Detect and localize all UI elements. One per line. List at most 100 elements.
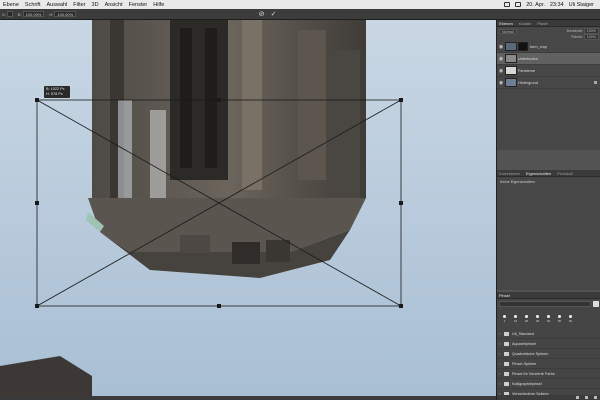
tab-protokoll[interactable]: Protokoll: [557, 171, 573, 176]
brush-tip-icon: [514, 315, 517, 318]
brush-group-row[interactable]: › Pinsel für Verzierte Farbe: [497, 369, 600, 379]
x-label: X:: [2, 11, 6, 17]
commit-check-icon[interactable]: ✓: [269, 10, 278, 19]
brush-preset[interactable]: 1: [500, 311, 509, 327]
brush-group-row[interactable]: › Aquarellpinsel: [497, 339, 600, 349]
eye-icon[interactable]: ◉: [497, 44, 505, 50]
brush-tip-icon: [569, 315, 572, 318]
menu-filter[interactable]: Filter: [70, 2, 88, 8]
layer-list: ◉ turm_crop ◉ Unterboden ◉ Fensterne ◉ Hintergr…: [497, 41, 600, 89]
layer-thumbnail[interactable]: [505, 42, 517, 51]
handle-bottom-left[interactable]: [35, 304, 39, 308]
brush-group-row[interactable]: › Kalligraphiepinsel: [497, 379, 600, 389]
tab-korrekturen[interactable]: Korrekturen: [499, 171, 520, 176]
fill-value[interactable]: 100%: [583, 34, 599, 41]
layer-row[interactable]: ◉ Unterboden: [497, 53, 600, 65]
width-value[interactable]: 100,00%: [22, 11, 45, 17]
brush-settings-icon[interactable]: [576, 396, 579, 399]
brush-preset[interactable]: 20: [522, 311, 531, 327]
eye-icon[interactable]: ◉: [497, 56, 505, 62]
handle-top-middle[interactable]: [217, 98, 221, 102]
handle-top-right[interactable]: [399, 98, 403, 102]
menu-auswahl[interactable]: Auswahl: [44, 2, 71, 8]
brush-preset[interactable]: 40: [544, 311, 553, 327]
tab-pinsel[interactable]: Pinsel: [499, 293, 510, 298]
brush-search-row: [497, 299, 600, 309]
menu-ansicht[interactable]: Ansicht: [102, 2, 126, 8]
layer-row[interactable]: ◉ Fensterne: [497, 65, 600, 77]
new-group-icon[interactable]: [585, 396, 588, 399]
blend-mode-select[interactable]: Normal: [499, 29, 517, 34]
wifi-icon[interactable]: [515, 2, 522, 7]
layer-name[interactable]: turm_crop: [530, 45, 547, 49]
menu-hilfe[interactable]: Hilfe: [150, 2, 167, 8]
readout-height: H: 578 Px: [46, 92, 63, 96]
height-label: H:: [49, 11, 54, 17]
layer-thumbnail[interactable]: [505, 54, 517, 63]
menubar-user[interactable]: Uli Staiger: [569, 2, 594, 8]
menu-ebene[interactable]: Ebene: [0, 2, 22, 8]
properties-panel: Korrekturen Eigenschaften Protokoll Kein…: [497, 170, 600, 290]
properties-tabbar: Korrekturen Eigenschaften Protokoll: [497, 170, 600, 177]
layer-mask-thumbnail[interactable]: [518, 42, 528, 51]
opacity-label: Deckkraft:: [566, 29, 583, 34]
layer-row[interactable]: ◉ turm_crop: [497, 41, 600, 53]
layer-thumbnail[interactable]: [505, 78, 517, 87]
layer-thumbnail[interactable]: [505, 66, 517, 75]
layers-controls: Normal Deckkraft: 100% Fläche: 100%: [497, 27, 600, 41]
brush-preset[interactable]: 10: [511, 311, 520, 327]
tab-ebenen[interactable]: Ebenen: [499, 21, 513, 26]
tab-kanaele[interactable]: Kanäle: [519, 21, 531, 26]
layer-name[interactable]: Unterboden: [518, 57, 538, 61]
brush-tip-icon: [547, 315, 550, 318]
brush-panel: Pinsel 1 10 20 30 40 50 60 › Uli_Standard › Aquar…: [497, 292, 600, 400]
brush-tip-icon: [525, 315, 528, 318]
handle-bottom-middle[interactable]: [217, 304, 221, 308]
menubar-date[interactable]: 20. Apr.: [526, 2, 545, 8]
layer-name[interactable]: Hintergrund: [518, 81, 538, 85]
menu-fenster[interactable]: Fenster: [126, 2, 151, 8]
width-field[interactable]: B: 100,00%: [18, 11, 45, 17]
new-brush-icon[interactable]: [593, 301, 599, 307]
folder-icon: [504, 371, 509, 376]
brush-preset[interactable]: 60: [566, 311, 575, 327]
eye-icon[interactable]: ◉: [497, 68, 505, 74]
cancel-icon[interactable]: ⊘: [257, 10, 266, 19]
brush-group-label: Pinsel für Verzierte Farbe: [512, 371, 555, 376]
transform-options-bar: X: B: 100,00% H: 100,00% ⊘ ✓: [0, 9, 600, 20]
layer-name[interactable]: Fensterne: [518, 69, 535, 73]
brush-tip-icon: [558, 315, 561, 318]
menu-schrift[interactable]: Schrift: [22, 2, 44, 8]
brush-size-label: 1: [503, 319, 506, 323]
height-field[interactable]: H: 100,00%: [49, 11, 77, 17]
menu-3d[interactable]: 3D: [89, 2, 102, 8]
handle-bottom-right[interactable]: [399, 304, 403, 308]
brush-tip-icon: [536, 315, 539, 318]
brush-group-row[interactable]: › Pinsel-Spitzen: [497, 359, 600, 369]
brush-group-row[interactable]: › Quadratische Spitzen: [497, 349, 600, 359]
battery-icon[interactable]: [504, 2, 511, 7]
height-value[interactable]: 100,00%: [54, 11, 77, 17]
x-field[interactable]: X:: [2, 11, 13, 17]
x-value[interactable]: [6, 11, 13, 17]
brush-search-input[interactable]: [499, 301, 591, 307]
document-canvas[interactable]: B: 1022 Px H: 578 Px: [0, 20, 496, 396]
layer-row[interactable]: ◉ Hintergrund: [497, 77, 600, 89]
menubar-time[interactable]: 23:34: [550, 2, 564, 8]
handle-top-left[interactable]: [35, 98, 39, 102]
fill-label: Fläche:: [571, 35, 583, 40]
brush-preset[interactable]: 50: [555, 311, 564, 327]
tab-eigenschaften[interactable]: Eigenschaften: [526, 171, 551, 176]
handle-middle-right[interactable]: [399, 201, 403, 205]
folder-icon: [504, 341, 509, 346]
tab-pfade[interactable]: Pfade: [537, 21, 547, 26]
delete-icon[interactable]: [594, 396, 597, 399]
brush-group-label: Uli_Standard: [512, 331, 534, 336]
eye-icon[interactable]: ◉: [497, 80, 505, 86]
folder-icon: [504, 351, 509, 356]
handle-middle-left[interactable]: [35, 201, 39, 205]
transform-size-readout: B: 1022 Px H: 578 Px: [44, 86, 70, 98]
brush-group-row[interactable]: › Uli_Standard: [497, 329, 600, 339]
brush-preset[interactable]: 30: [533, 311, 542, 327]
brush-footer: [497, 395, 600, 400]
